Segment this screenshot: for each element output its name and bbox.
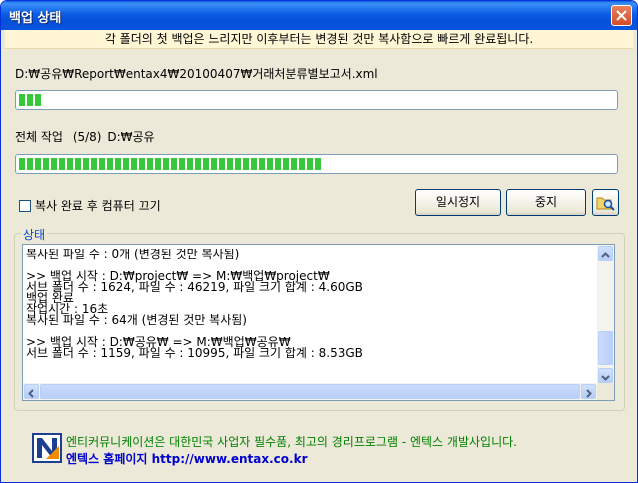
overall-progress-bar [15, 154, 618, 174]
folder-search-icon [596, 197, 615, 211]
chevron-right-icon [586, 389, 592, 398]
vertical-scrollbar[interactable] [597, 245, 614, 384]
stop-button[interactable]: 중지 [506, 189, 586, 216]
horizontal-scrollbar[interactable] [23, 383, 597, 400]
log-text: 복사된 파일 수 : 0개 (변경된 것만 복사됨) >> 백업 시작 : D:… [26, 249, 594, 382]
overall-folder: D:₩공유 [107, 130, 155, 144]
vertical-scroll-thumb[interactable] [598, 331, 613, 365]
info-banner: 각 폴더의 첫 백업은 느리지만 이후부터는 변경된 것만 복사함으로 빠르게 … [5, 30, 633, 49]
log-line: 서브 폴더 수 : 1159, 파일 수 : 10995, 파일 크기 합계 :… [26, 346, 363, 360]
scroll-corner [597, 383, 614, 400]
shutdown-option[interactable]: 복사 완료 후 컴퓨터 끄기 [19, 197, 161, 214]
log-line: 복사된 파일 수 : 64개 (변경된 것만 복사됨) [26, 313, 247, 327]
open-folder-button[interactable] [592, 189, 619, 216]
shutdown-checkbox[interactable] [19, 199, 31, 212]
entax-logo-icon [32, 433, 62, 463]
scroll-down-button[interactable] [598, 368, 613, 383]
horizontal-scroll-thumb[interactable] [40, 384, 580, 399]
overall-progress-fill [19, 158, 322, 170]
footer-company-text: 엔티커뮤니케이션은 대한민국 사업자 필수품, 최고의 경리프로그램 - 엔텍스… [66, 435, 517, 449]
status-group-label: 상태 [21, 226, 48, 243]
scroll-up-button[interactable] [598, 246, 613, 261]
title-bar[interactable]: 백업 상태 [1, 1, 637, 30]
scroll-left-button[interactable] [24, 384, 39, 399]
chevron-up-icon [601, 252, 610, 258]
overall-progress-label: 전체 작업 (5/8) D:₩공유 [15, 128, 155, 145]
close-button[interactable] [611, 5, 632, 26]
shutdown-label: 복사 완료 후 컴퓨터 끄기 [35, 199, 161, 213]
status-log[interactable]: 복사된 파일 수 : 0개 (변경된 것만 복사됨) >> 백업 시작 : D:… [22, 244, 615, 401]
homepage-link[interactable]: 엔텍스 홈페이지 http://www.entax.co.kr [66, 450, 307, 467]
pause-button[interactable]: 일시정지 [415, 189, 501, 216]
current-file-path: D:₩공유₩Report₩entax4₩20100407₩거래처분류별보고서.x… [15, 67, 378, 81]
overall-count: (5/8) [72, 130, 102, 144]
chevron-left-icon [28, 389, 34, 398]
backup-status-window: 백업 상태 각 폴더의 첫 백업은 느리지만 이후부터는 변경된 것만 복사함으… [0, 0, 638, 483]
overall-label-text: 전체 작업 [15, 130, 63, 144]
log-line: 백업 완료 [26, 291, 74, 305]
window-title: 백업 상태 [9, 11, 62, 26]
log-line: 복사된 파일 수 : 0개 (변경된 것만 복사됨) [26, 249, 240, 261]
scroll-right-button[interactable] [581, 384, 596, 399]
file-progress-fill [19, 94, 43, 106]
file-progress-bar [15, 90, 618, 110]
log-line: 서브 폴더 수 : 1624, 파일 수 : 46219, 파일 크기 합계 :… [26, 280, 363, 294]
close-icon [616, 10, 627, 21]
